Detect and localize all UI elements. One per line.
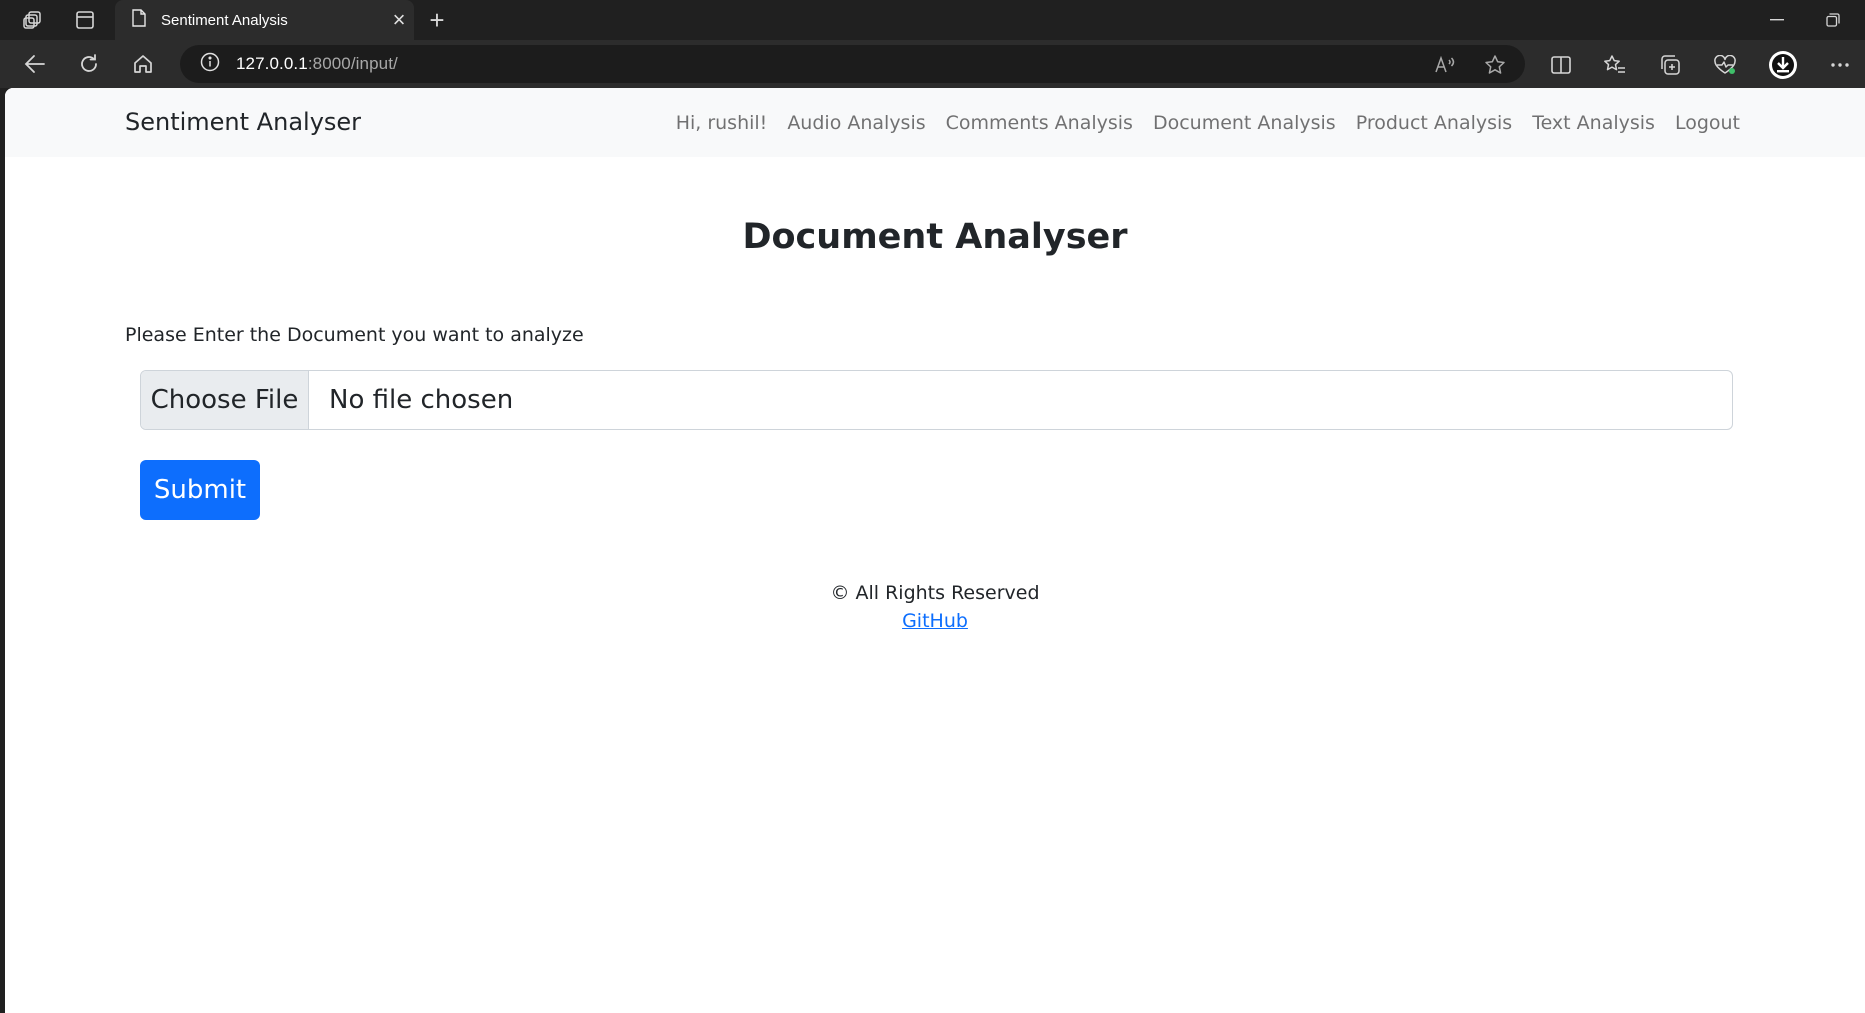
read-aloud-icon[interactable] [1430, 52, 1460, 78]
document-file-input[interactable]: Choose File No file chosen [140, 370, 1733, 430]
upload-prompt: Please Enter the Document you want to an… [125, 324, 584, 346]
more-options-icon[interactable] [1825, 52, 1855, 78]
page-viewport: Sentiment Analyser Hi, rushil! Audio Ana… [5, 88, 1865, 1013]
vertical-tabs-icon[interactable] [68, 6, 102, 34]
page-icon [131, 8, 147, 32]
back-icon[interactable] [18, 50, 52, 78]
browser-tab-strip: Sentiment Analysis × + [0, 0, 1865, 40]
refresh-icon[interactable] [72, 50, 106, 78]
nav-links: Hi, rushil! Audio Analysis Comments Anal… [676, 112, 1740, 134]
nav-document-analysis[interactable]: Document Analysis [1153, 112, 1336, 134]
nav-greeting[interactable]: Hi, rushil! [676, 112, 768, 134]
page-title: Document Analyser [742, 217, 1128, 257]
nav-product-analysis[interactable]: Product Analysis [1356, 112, 1512, 134]
close-tab-icon[interactable]: × [384, 9, 414, 31]
url-text[interactable]: 127.0.0.1:8000/input/ [236, 54, 398, 74]
github-link[interactable]: GitHub [902, 610, 968, 632]
profile-avatar-icon[interactable] [1766, 50, 1800, 80]
nav-text-analysis[interactable]: Text Analysis [1532, 112, 1655, 134]
active-tab[interactable]: Sentiment Analysis × [115, 0, 414, 40]
restore-icon[interactable] [1818, 8, 1848, 32]
site-navbar: Sentiment Analyser Hi, rushil! Audio Ana… [5, 88, 1865, 157]
url-path: :8000/input/ [307, 54, 398, 73]
file-status: No file chosen [329, 385, 514, 415]
browser-toolbar: 127.0.0.1:8000/input/ [0, 40, 1865, 88]
collections-icon[interactable] [1655, 52, 1685, 78]
nav-logout[interactable]: Logout [1675, 112, 1740, 134]
favorites-icon[interactable] [1600, 52, 1630, 78]
copyright-text: © All Rights Reserved [830, 582, 1040, 604]
split-screen-icon[interactable] [1546, 52, 1576, 78]
home-icon[interactable] [126, 50, 160, 78]
nav-comments-analysis[interactable]: Comments Analysis [946, 112, 1133, 134]
tab-title: Sentiment Analysis [161, 11, 288, 29]
browser-essentials-icon[interactable] [1710, 52, 1740, 78]
url-host: 127.0.0.1 [236, 54, 308, 73]
workspaces-icon[interactable] [16, 6, 50, 34]
favorite-star-icon[interactable] [1480, 52, 1510, 78]
brand-link[interactable]: Sentiment Analyser [125, 108, 361, 136]
address-bar[interactable]: 127.0.0.1:8000/input/ [180, 45, 1525, 83]
site-info-icon[interactable] [200, 52, 220, 77]
new-tab-button[interactable]: + [422, 4, 452, 36]
minimize-icon[interactable] [1762, 8, 1792, 32]
site-footer: © All Rights Reserved GitHub [5, 582, 1865, 632]
choose-file-button[interactable]: Choose File [141, 371, 309, 429]
submit-button[interactable]: Submit [140, 460, 260, 520]
nav-audio-analysis[interactable]: Audio Analysis [787, 112, 925, 134]
